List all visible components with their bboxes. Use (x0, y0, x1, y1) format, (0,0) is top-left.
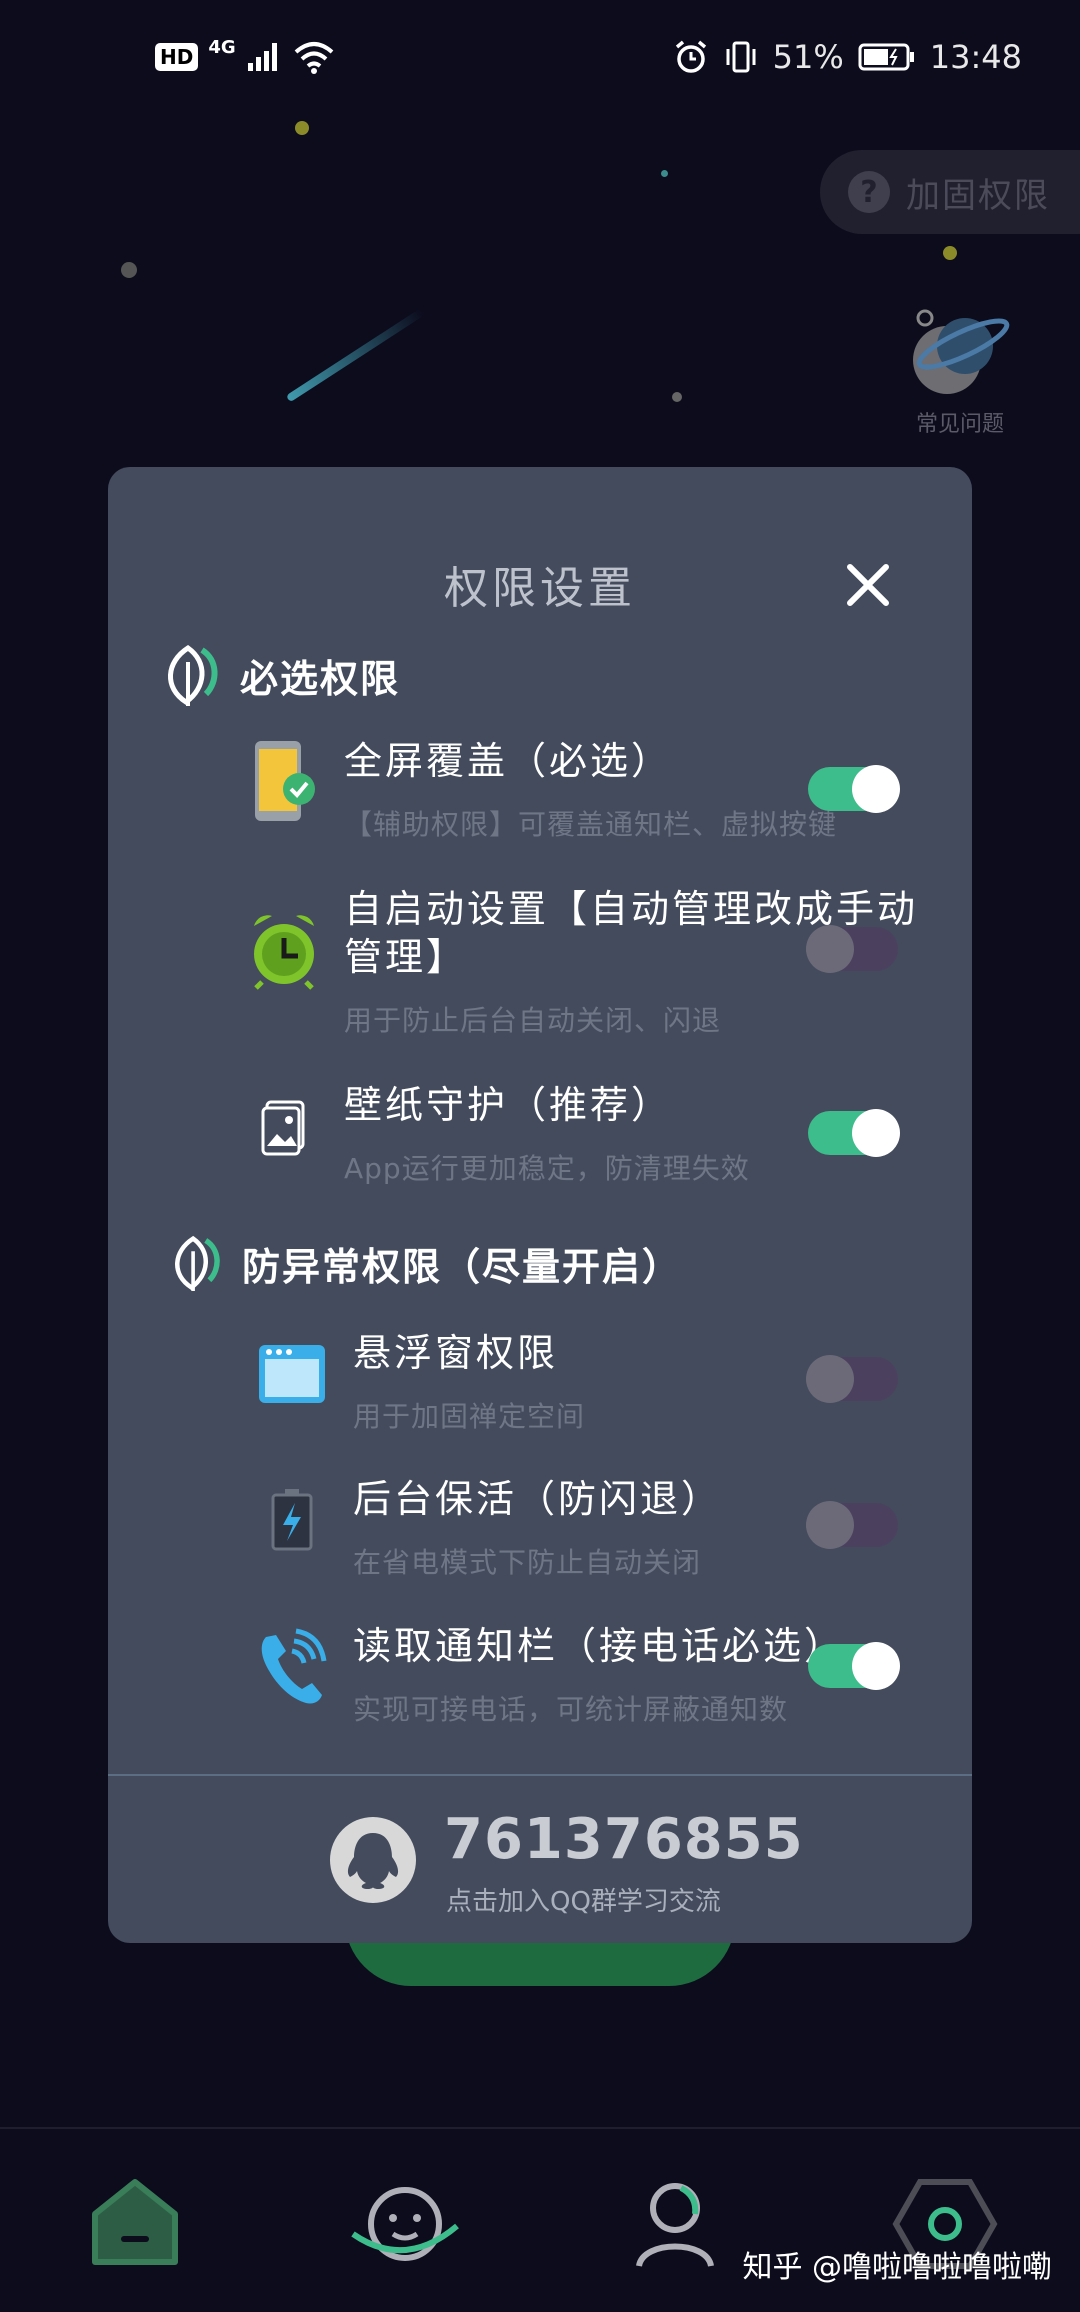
autostart-toggle[interactable] (806, 925, 898, 973)
toggle-knob (806, 1501, 854, 1549)
qq-penguin-icon (330, 1817, 416, 1903)
item-subtitle: 用于防止后台自动关闭、闪退 (344, 1004, 722, 1037)
permission-item-fullscreen: 全屏覆盖（必选） 【辅助权限】可覆盖通知栏、虚拟按键 (108, 737, 972, 847)
faq-label: 常见问题 (915, 412, 1004, 437)
permission-item-autostart: 自启动设置【自动管理改成手动 管理】 用于防止后台自动关闭、闪退 (108, 885, 972, 1045)
required-section-header: 必选权限 (158, 642, 400, 708)
reinforce-label: 加固权限 (906, 175, 1050, 216)
clock: 13:48 (929, 38, 1022, 76)
star-yellow-2 (943, 246, 957, 260)
battery-bolt-icon (256, 1475, 328, 1565)
qq-group-label: 点击加入QQ群学习交流 (446, 1887, 721, 1917)
wallpaper-icon (248, 1081, 320, 1171)
planet-icon (913, 309, 1010, 394)
optional-section-title: 防异常权限（尽量开启） (242, 1244, 683, 1289)
leaf-icon (168, 644, 218, 706)
item-title-line2: 管理】 (344, 935, 468, 979)
qq-group-link[interactable]: 761376855 点击加入QQ群学习交流 (108, 1797, 972, 1937)
user-icon (636, 2183, 714, 2268)
phone-ringing-icon (256, 1622, 328, 1712)
divider (108, 1774, 972, 1776)
item-title: 读取通知栏（接电话必选） (353, 1624, 846, 1668)
toggle-knob (806, 925, 854, 973)
item-title: 壁纸守护（推荐） (344, 1083, 673, 1127)
toggle-knob (806, 1355, 854, 1403)
nav-profile[interactable] (615, 2169, 735, 2279)
phone-check-icon (248, 737, 320, 827)
watermark: 知乎 @噜啦噜啦噜啦嘞 (742, 2250, 1052, 2285)
permission-item-notification: 读取通知栏（接电话必选） 实现可接电话，可统计屏蔽通知数 (108, 1622, 972, 1732)
fullscreen-toggle[interactable] (808, 765, 900, 813)
permission-item-floating-window: 悬浮窗权限 用于加固禅定空间 (108, 1329, 972, 1439)
wallpaper-toggle[interactable] (808, 1109, 900, 1157)
toggle-knob (852, 1642, 900, 1690)
star-gray (121, 262, 137, 278)
permission-item-wallpaper: 壁纸守护（推荐） App运行更加稳定，防清理失效 (108, 1081, 972, 1191)
wifi-icon (294, 42, 333, 74)
alarm-clock-icon (248, 905, 320, 995)
permission-item-background: 后台保活（防闪退） 在省电模式下防止自动关闭 (108, 1475, 972, 1585)
floating-window-icon (256, 1329, 328, 1419)
battery-percent: 51% (772, 38, 844, 76)
status-left: HD 4G (155, 36, 336, 74)
item-subtitle: 实现可接电话，可统计屏蔽通知数 (353, 1693, 789, 1726)
alarm-icon (675, 40, 706, 73)
toggle-knob (852, 765, 900, 813)
question-icon: ? (848, 171, 890, 213)
notification-toggle[interactable] (808, 1642, 900, 1690)
optional-section-header: 防异常权限（尽量开启） (166, 1232, 682, 1294)
background-keepalive-toggle[interactable] (806, 1501, 898, 1549)
item-subtitle: 用于加固禅定空间 (353, 1400, 586, 1433)
hd-badge: HD (155, 43, 199, 71)
reinforce-permission-button[interactable]: ? 加固权限 (820, 150, 1080, 234)
star-small (672, 392, 682, 402)
qq-group-number: 761376855 (444, 1807, 804, 1872)
home-icon (92, 2179, 178, 2265)
signal-icon (247, 43, 277, 71)
item-title: 后台保活（防闪退） (353, 1477, 723, 1521)
floating-window-toggle[interactable] (806, 1355, 898, 1403)
meteor (285, 308, 425, 403)
battery-icon (858, 43, 914, 71)
faq-button[interactable]: 常见问题 (905, 298, 1015, 438)
item-subtitle: 在省电模式下防止自动关闭 (353, 1546, 702, 1579)
permission-settings-dialog: 权限设置 必选权限 全屏覆盖（必选） 【辅助权限】可覆盖通知栏、虚拟按键 自启动… (108, 467, 972, 1943)
nav-home[interactable] (75, 2169, 195, 2279)
status-right: 51% 13:48 (673, 38, 1022, 76)
required-section-title: 必选权限 (240, 656, 401, 701)
item-subtitle: App运行更加稳定，防清理失效 (344, 1152, 750, 1185)
item-subtitle: 【辅助权限】可覆盖通知栏、虚拟按键 (344, 808, 838, 841)
toggle-knob (852, 1109, 900, 1157)
star-yellow (295, 121, 309, 135)
close-icon[interactable] (838, 555, 898, 615)
network-type: 4G (208, 36, 236, 58)
star-teal (661, 170, 668, 177)
vibrate-icon (726, 41, 756, 73)
status-bar: HD 4G 51% 13:48 (0, 0, 1080, 120)
item-title: 悬浮窗权限 (353, 1331, 559, 1375)
planet-face-icon (351, 2187, 459, 2261)
nav-planet[interactable] (345, 2169, 465, 2279)
item-title: 全屏覆盖（必选） (344, 739, 673, 783)
leaf-icon (175, 1235, 220, 1291)
